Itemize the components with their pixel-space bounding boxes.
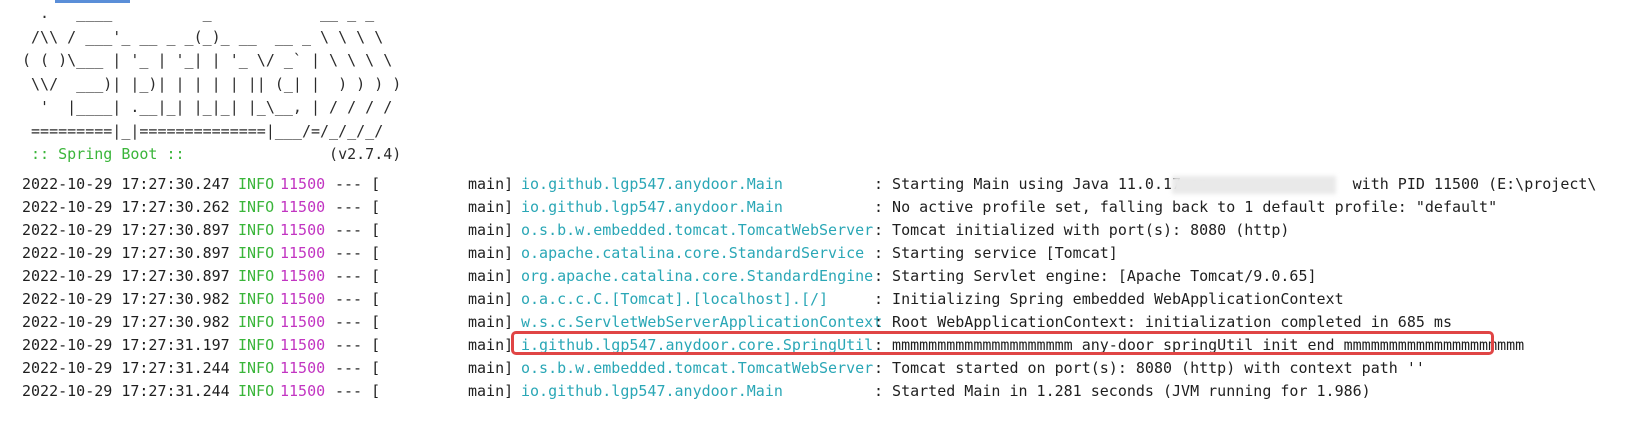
redacted-hostname: [1172, 176, 1336, 194]
log-thread: main]: [468, 336, 514, 354]
log-level: INFO: [238, 221, 275, 239]
log-row: 2022-10-29 17:27:30.247 INFO 11500 --- [ mai…: [22, 173, 1638, 196]
log-level: INFO: [238, 336, 275, 354]
log-logger-name: o.a.c.c.C.[Tomcat].[localhost].[/]: [521, 290, 829, 308]
log-logger-name: org.apache.catalina.core.StandardEngine: [521, 267, 874, 285]
log-timestamp: 2022-10-29 17:27:30.897: [22, 244, 230, 262]
log-row: 2022-10-29 17:27:30.982 INFO 11500 --- [ mai…: [22, 288, 1638, 311]
log-separator: --- [: [335, 359, 381, 377]
log-row: 2022-10-29 17:27:30.897 INFO 11500 --- [ mai…: [22, 242, 1638, 265]
log-timestamp: 2022-10-29 17:27:31.197: [22, 336, 230, 354]
log-separator: --- [: [335, 244, 381, 262]
log-level: INFO: [238, 313, 275, 331]
log-pid: 11500: [280, 382, 326, 400]
log-thread: main]: [468, 359, 514, 377]
log-pid: 11500: [280, 290, 326, 308]
log-pid: 11500: [280, 313, 326, 331]
log-message: : Tomcat started on port(s): 8080 (http)…: [874, 359, 1425, 377]
log-level: INFO: [238, 198, 275, 216]
banner-line: . ____ _ __ _ _: [22, 4, 375, 22]
spring-boot-ascii-banner: . ____ _ __ _ _ /\\ / ___'_ __ _ _(_)_ _…: [22, 2, 401, 167]
log-logger-name: o.apache.catalina.core.StandardService: [521, 244, 865, 262]
log-timestamp: 2022-10-29 17:27:30.982: [22, 313, 230, 331]
banner-line: =========|_|==============|___/=/_/_/_/: [22, 121, 384, 140]
log-timestamp: 2022-10-29 17:27:30.982: [22, 290, 230, 308]
log-timestamp: 2022-10-29 17:27:30.897: [22, 267, 230, 285]
log-timestamp: 2022-10-29 17:27:31.244: [22, 382, 230, 400]
log-level: INFO: [238, 175, 275, 193]
log-logger-name: io.github.lgp547.anydoor.Main: [521, 198, 783, 216]
log-timestamp: 2022-10-29 17:27:30.897: [22, 221, 230, 239]
log-level: INFO: [238, 382, 275, 400]
banner-line: ( ( )\___ | '_ | '_| | '_ \/ _` | \ \ \ …: [22, 51, 393, 69]
log-separator: --- [: [335, 221, 381, 239]
log-pid: 11500: [280, 244, 326, 262]
log-row: 2022-10-29 17:27:30.897 INFO 11500 --- [ mai…: [22, 265, 1638, 288]
log-row: 2022-10-29 17:27:31.244 INFO 11500 --- [ mai…: [22, 357, 1638, 380]
log-pid: 11500: [280, 336, 326, 354]
log-pid: 11500: [280, 175, 326, 193]
log-message: : Initializing Spring embedded WebApplic…: [874, 290, 1344, 308]
log-message: : Starting Servlet engine: [Apache Tomca…: [874, 267, 1317, 285]
log-row: 2022-10-29 17:27:30.897 INFO 11500 --- [ mai…: [22, 219, 1638, 242]
banner-line: ' |____| .__|_| |_|_| |_\__, | / / / /: [22, 98, 393, 116]
log-thread: main]: [468, 198, 514, 216]
banner-line: /\\ / ___'_ __ _ _(_)_ __ __ _ \ \ \ \: [22, 27, 384, 46]
log-timestamp: 2022-10-29 17:27:30.262: [22, 198, 230, 216]
log-timestamp: 2022-10-29 17:27:31.244: [22, 359, 230, 377]
log-separator: --- [: [335, 313, 381, 331]
log-thread: main]: [468, 267, 514, 285]
console-log-output[interactable]: 2022-10-29 17:27:30.247 INFO 11500 --- [ mai…: [22, 173, 1638, 403]
log-message: : No active profile set, falling back to…: [874, 198, 1498, 216]
spring-boot-label: :: Spring Boot ::: [22, 145, 185, 163]
log-logger-name: io.github.lgp547.anydoor.Main: [521, 175, 783, 193]
log-pid: 11500: [280, 198, 326, 216]
log-message: : Started Main in 1.281 seconds (JVM run…: [874, 382, 1371, 400]
log-logger-name: o.s.b.w.embedded.tomcat.TomcatWebServer: [521, 221, 874, 239]
log-row: 2022-10-29 17:27:30.262 INFO 11500 --- [ mai…: [22, 196, 1638, 219]
highlight-annotation-box: [511, 331, 1494, 355]
log-thread: main]: [468, 175, 514, 193]
log-separator: --- [: [335, 175, 381, 193]
log-separator: --- [: [335, 382, 381, 400]
log-level: INFO: [238, 244, 275, 262]
log-thread: main]: [468, 290, 514, 308]
log-level: INFO: [238, 359, 275, 377]
log-thread: main]: [468, 221, 514, 239]
log-pid: 11500: [280, 359, 326, 377]
banner-line: \\/ ___)| |_)| | | | | || (_| | ) ) ) ): [22, 74, 402, 93]
log-thread: main]: [468, 244, 514, 262]
log-message: : Starting service [Tomcat]: [874, 244, 1118, 262]
spring-boot-version: (v2.7.4): [184, 145, 402, 163]
log-timestamp: 2022-10-29 17:27:30.247: [22, 175, 230, 193]
log-separator: --- [: [335, 267, 381, 285]
log-separator: --- [: [335, 290, 381, 308]
log-level: INFO: [238, 290, 275, 308]
log-thread: main]: [468, 382, 514, 400]
log-separator: --- [: [335, 198, 381, 216]
log-logger-name: o.s.b.w.embedded.tomcat.TomcatWebServer: [521, 359, 874, 377]
log-level: INFO: [238, 267, 275, 285]
log-row: 2022-10-29 17:27:31.244 INFO 11500 --- [ mai…: [22, 380, 1638, 403]
log-thread: main]: [468, 313, 514, 331]
log-logger-name: io.github.lgp547.anydoor.Main: [521, 382, 783, 400]
log-pid: 11500: [280, 267, 326, 285]
log-pid: 11500: [280, 221, 326, 239]
log-message: : Tomcat initialized with port(s): 8080 …: [874, 221, 1290, 239]
log-separator: --- [: [335, 336, 381, 354]
